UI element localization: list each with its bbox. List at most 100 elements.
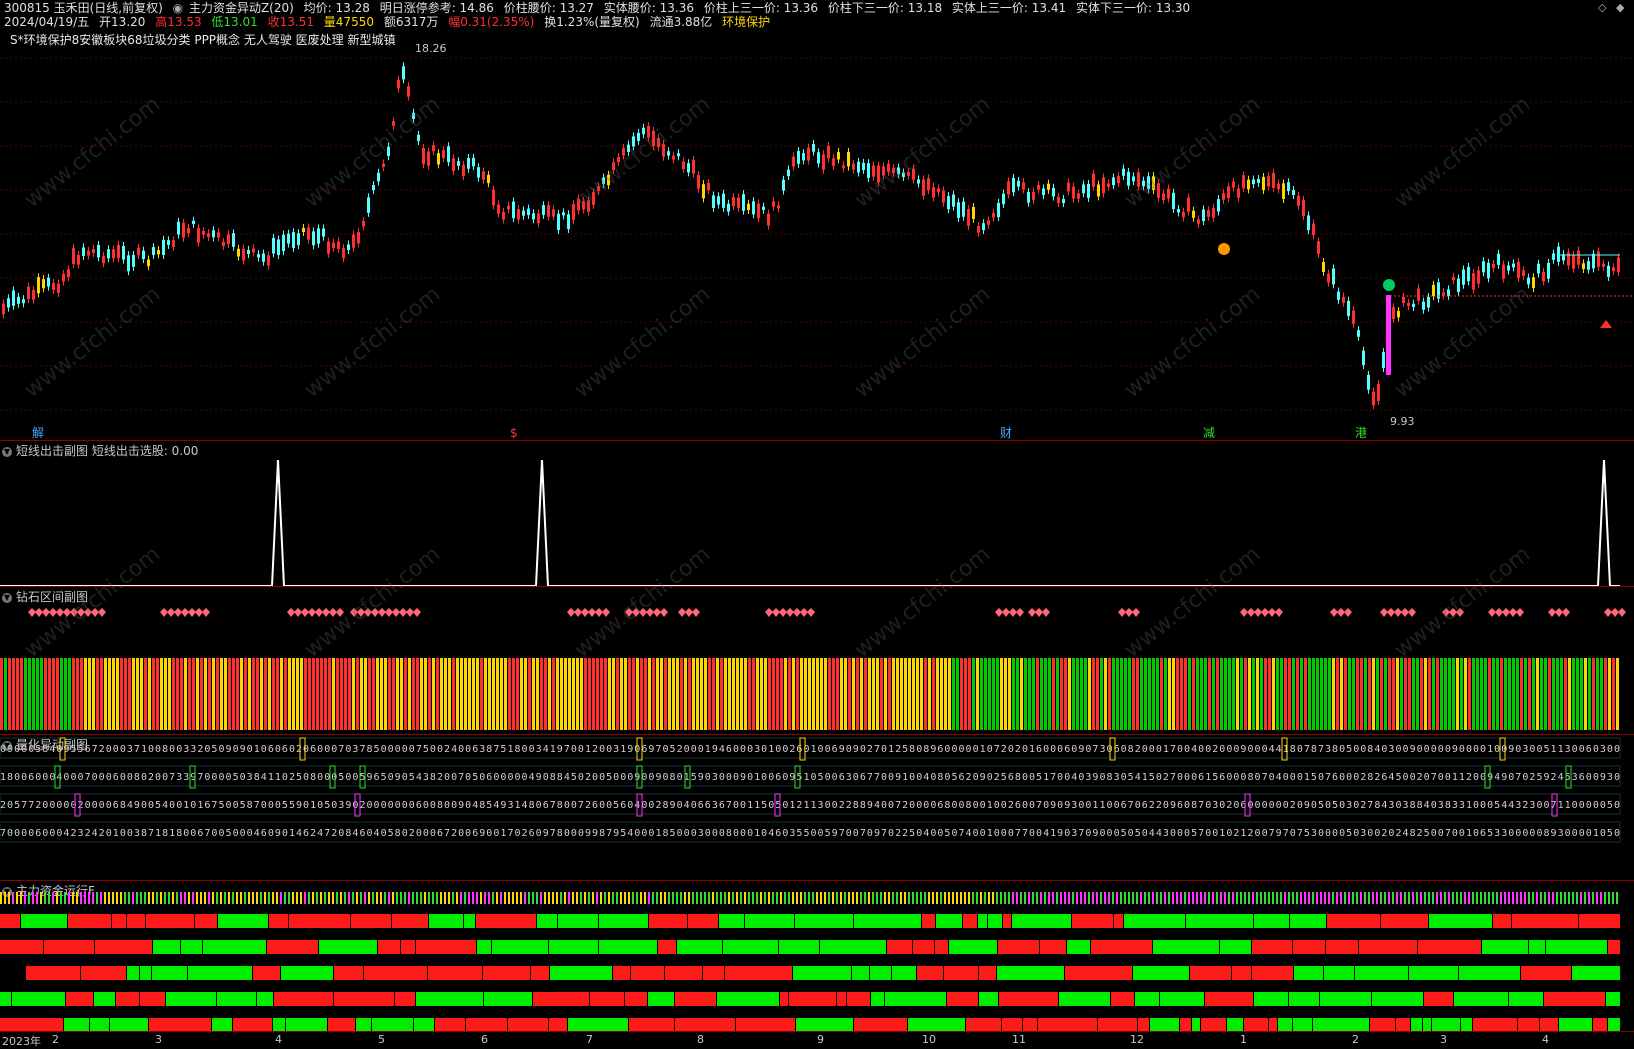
candle-body	[827, 145, 830, 159]
candle-body	[117, 244, 120, 259]
candle-body	[1517, 261, 1520, 278]
diamond-icon	[308, 608, 316, 617]
candle-body	[1612, 267, 1615, 272]
diamond-icon	[1240, 608, 1248, 617]
event-marker-5[interactable]: 港	[1355, 427, 1367, 439]
candle-body	[1127, 171, 1130, 186]
diamond-icon	[800, 608, 808, 617]
candle-body	[1117, 176, 1120, 184]
candle-body	[767, 213, 770, 226]
candle-body	[152, 247, 155, 256]
price-high-label: 18.26	[415, 42, 447, 55]
diamond-icon	[1488, 608, 1496, 617]
candle-body	[212, 230, 215, 238]
diamond-icon	[28, 608, 36, 617]
diamond-icon	[1516, 608, 1524, 617]
candle-body	[227, 234, 230, 244]
candle-body	[847, 151, 850, 167]
month-label: 8	[697, 1033, 704, 1046]
candle-body	[1512, 263, 1515, 268]
candle-body	[862, 162, 865, 170]
candle-body	[1552, 253, 1555, 260]
main-fund-chart[interactable]	[0, 880, 1634, 1032]
candle-body	[1547, 262, 1550, 279]
candle-body	[172, 240, 175, 247]
svg-text:090005840955672000371008003320: 0900058409556720003710080033205090901060…	[0, 744, 1620, 755]
diamond-icon	[1042, 608, 1050, 617]
candle-body	[1182, 211, 1185, 218]
candle-body	[732, 197, 735, 207]
candle-body	[307, 227, 310, 240]
diamond-icon	[1275, 608, 1283, 617]
candle-body	[1012, 177, 1015, 193]
diamond-icon	[678, 608, 686, 617]
candle-body	[687, 163, 690, 173]
diamond-icon	[692, 608, 700, 617]
candle-body	[402, 66, 405, 80]
candle-body	[1102, 177, 1105, 194]
candle-body	[927, 178, 930, 191]
diamond-icon	[42, 608, 50, 617]
candle-body	[1177, 208, 1180, 213]
candle-body	[257, 254, 260, 258]
diamond-icon	[392, 608, 400, 617]
candle-body	[337, 241, 340, 249]
candle-body	[407, 86, 410, 97]
diamond-icon	[1330, 608, 1338, 617]
candlestick-chart[interactable]	[0, 0, 1634, 440]
candle-body	[1362, 350, 1365, 366]
event-marker-2[interactable]: $	[510, 427, 518, 439]
candle-body	[1427, 296, 1430, 308]
diamond-icon	[1380, 608, 1388, 617]
candle-body	[1047, 183, 1050, 190]
diamond-icon	[1502, 608, 1510, 617]
candle-body	[1322, 262, 1325, 272]
candle-body	[552, 209, 555, 217]
candle-body	[1282, 183, 1285, 200]
diamond-icon	[1247, 608, 1255, 617]
month-label: 5	[378, 1033, 385, 1046]
candle-body	[282, 234, 285, 252]
candle-body	[1332, 268, 1335, 285]
diamond-chart[interactable]	[0, 586, 1634, 734]
event-marker-1[interactable]: 解	[32, 427, 44, 439]
candle-body	[727, 203, 730, 212]
month-label: 1	[1240, 1033, 1247, 1046]
candle-body	[962, 201, 965, 217]
candle-body	[242, 248, 245, 261]
short-line-chart[interactable]	[0, 440, 1634, 586]
candle-body	[1252, 179, 1255, 185]
candle-body	[1497, 253, 1500, 265]
candle-body	[522, 210, 525, 216]
event-marker-4[interactable]: 减	[1203, 427, 1215, 439]
candle-body	[562, 212, 565, 216]
time-axis-line	[0, 1031, 1634, 1032]
candle-body	[27, 286, 30, 299]
diamond-icon	[301, 608, 309, 617]
candle-body	[1217, 199, 1220, 212]
candle-body	[202, 230, 205, 235]
candle-body	[1207, 210, 1210, 217]
candle-body	[177, 221, 180, 235]
candle-body	[1107, 183, 1110, 187]
diamond-icon	[1132, 608, 1140, 617]
candle-body	[747, 203, 750, 211]
candle-body	[1492, 264, 1495, 269]
candle-body	[252, 248, 255, 253]
month-label: 11	[1012, 1033, 1026, 1046]
candle-body	[1352, 310, 1355, 324]
candle-body	[982, 223, 985, 231]
candle-body	[1257, 179, 1260, 183]
candle-body	[1227, 186, 1230, 199]
candle-body	[762, 206, 765, 210]
candle-body	[197, 227, 200, 243]
candle-body	[1187, 197, 1190, 212]
event-marker-3[interactable]: 财	[1000, 427, 1012, 439]
candle-body	[452, 158, 455, 172]
candle-body	[937, 188, 940, 193]
candle-body	[272, 237, 275, 254]
month-label: 2	[52, 1033, 59, 1046]
candle-body	[1067, 182, 1070, 192]
candle-body	[1442, 292, 1445, 296]
quant-chart[interactable]: 0900058409556720003710080033205090901060…	[0, 734, 1634, 880]
